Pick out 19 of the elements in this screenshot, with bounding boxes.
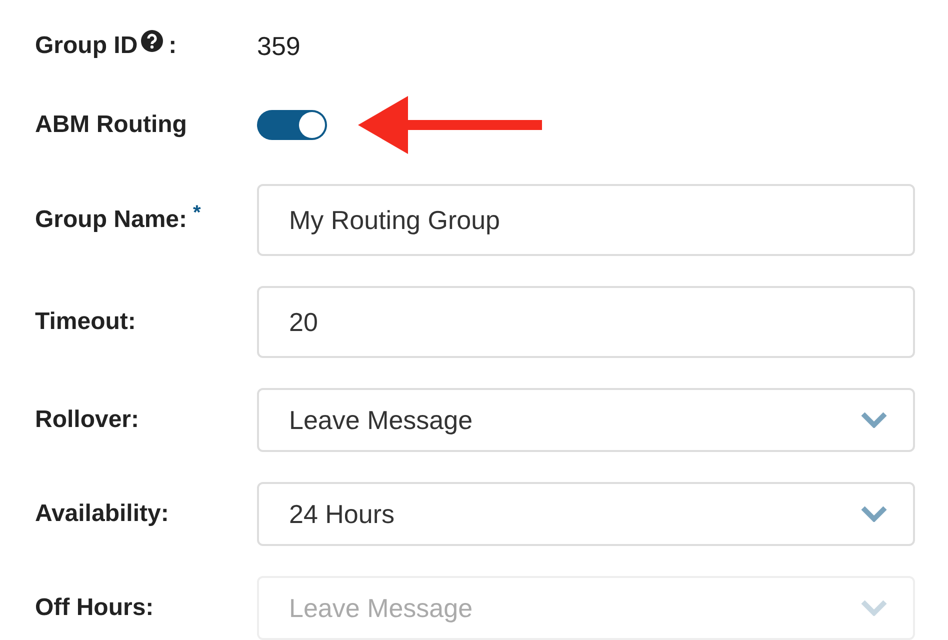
field-label: Availability: [35, 500, 169, 528]
chevron-down-icon [861, 506, 887, 522]
field-value: 359 [257, 30, 300, 63]
toggle-switch[interactable] [257, 110, 327, 140]
field-label: Timeout: [35, 308, 136, 336]
input-field[interactable]: 20 [257, 286, 915, 358]
field-label: Off Hours: [35, 594, 154, 622]
help-icon[interactable] [140, 30, 163, 52]
field-label: Group Name: [35, 206, 188, 234]
field-label: ABM Routing [35, 111, 187, 139]
field-label: Rollover: [35, 406, 140, 434]
chevron-down-icon [861, 600, 887, 616]
chevron-down-icon [861, 412, 887, 428]
dropdown[interactable]: 24 Hours [257, 482, 915, 546]
required-mark: * [193, 202, 201, 225]
input-field[interactable]: My Routing Group [257, 184, 915, 256]
colon: : [168, 32, 177, 60]
dropdown[interactable]: Leave Message [257, 388, 915, 452]
field-label: Group ID [35, 32, 138, 60]
